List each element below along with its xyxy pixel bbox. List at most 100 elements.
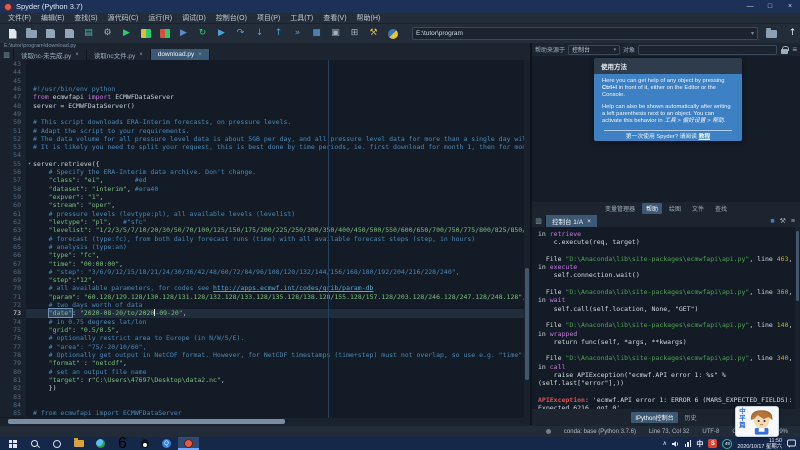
working-directory-combo[interactable]: E:\tutor\program ▾	[412, 27, 758, 40]
step-return-icon[interactable]: ↑	[271, 26, 286, 41]
new-window-icon[interactable]: ▣	[328, 26, 343, 41]
debug-icon[interactable]: ▶	[214, 26, 229, 41]
open-project-icon[interactable]	[764, 26, 779, 41]
continue-icon[interactable]: »	[290, 26, 305, 41]
close-tab-icon[interactable]: ×	[198, 52, 202, 58]
help-source-combo[interactable]: 控制台 ▾	[568, 45, 620, 55]
menu-item[interactable]: 编辑(E)	[36, 13, 69, 24]
taskbar-clock[interactable]: 11:50 2020/10/17 星期六	[737, 438, 782, 450]
ime-language-indicator[interactable]: 中	[696, 439, 703, 449]
run-cell-icon[interactable]	[138, 26, 153, 41]
menu-item[interactable]: 项目(P)	[252, 13, 285, 24]
editor-tab[interactable]: 读取nc文件.py×	[87, 49, 151, 60]
menu-item[interactable]: 源代码(C)	[103, 13, 144, 24]
menu-item[interactable]: 运行(R)	[143, 13, 177, 24]
search-icon[interactable]	[24, 437, 45, 450]
step-return-icon: ↑	[275, 29, 283, 38]
save-all-icon[interactable]	[62, 26, 77, 41]
run-icon[interactable]: ▶	[119, 26, 134, 41]
open-file-icon	[26, 30, 37, 38]
preferences-gear-icon[interactable]: ⚙	[100, 26, 115, 41]
pane-tab-绘图[interactable]: 绘图	[665, 203, 685, 214]
code-token: APIException	[538, 396, 585, 404]
qq-icon[interactable]	[134, 437, 155, 450]
lock-icon[interactable]	[781, 46, 788, 54]
help-object-input[interactable]	[638, 45, 777, 55]
menu-item[interactable]: 调试(D)	[177, 13, 211, 24]
code-token	[33, 201, 49, 209]
new-file-icon[interactable]	[5, 26, 20, 41]
browser-globe-icon[interactable]	[90, 437, 111, 450]
ipython-console-output[interactable]: in retrieve c.execute(req, target) File …	[532, 227, 800, 409]
console-tools-icon[interactable]: ⚒	[780, 218, 786, 225]
help-options-menu-icon[interactable]: ≡	[792, 46, 797, 54]
step-icon[interactable]: ↷	[233, 26, 248, 41]
console-options-menu-icon[interactable]: ≡	[791, 218, 795, 225]
editor-tab[interactable]: download.py×	[151, 49, 210, 60]
pane-tab-查找[interactable]: 查找	[711, 203, 731, 214]
quark-icon[interactable]: Q	[156, 437, 177, 450]
close-tab-icon[interactable]: ×	[75, 52, 79, 58]
browser-360-icon[interactable]: 6	[112, 437, 133, 450]
menu-item[interactable]: 查看(V)	[318, 13, 351, 24]
pane-tab-帮助[interactable]: 帮助	[642, 203, 662, 214]
menu-item[interactable]: 控制台(O)	[211, 13, 252, 24]
line-number: 59	[0, 193, 26, 201]
start-button[interactable]	[2, 437, 23, 450]
tools-wrench-icon[interactable]: ⚒	[366, 26, 381, 41]
menu-item[interactable]: 工具(T)	[285, 13, 318, 24]
fold-marker-icon	[26, 293, 33, 301]
editor-tab[interactable]: 读取nc-未完成.py×	[14, 49, 87, 60]
close-button[interactable]: ×	[780, 0, 800, 13]
code-text: "grid": "0.5/0.5",	[33, 326, 119, 334]
code-token: # from ecmwfapi import ECMWFDataServer	[33, 409, 182, 417]
console-scrollbar[interactable]	[795, 227, 800, 409]
open-file-icon[interactable]	[24, 26, 39, 41]
code-token: raise APIException("ecmwf.API error 1: %…	[538, 371, 726, 379]
browse-tabs-icon[interactable]: ▥	[0, 49, 14, 60]
code-text: "target": r"C:\Users\47697\Desktop\data2…	[33, 376, 225, 384]
run-cell-advance-icon[interactable]	[157, 26, 172, 41]
maximize-button[interactable]: □	[760, 0, 780, 13]
menu-item[interactable]: 文件(F)	[3, 13, 36, 24]
file-switcher-icon[interactable]: ▤	[81, 26, 96, 41]
speaker-icon[interactable]	[672, 440, 680, 448]
close-tab-icon[interactable]: ×	[139, 52, 143, 58]
code-editor[interactable]: 43444546#!/usr/bin/env python47from ecmw…	[0, 60, 530, 418]
close-tab-icon[interactable]: ×	[587, 218, 591, 225]
rerun-icon[interactable]: ↻	[195, 26, 210, 41]
console-tab[interactable]: 控制台 1/A ×	[546, 215, 597, 227]
tray-chevron-up-icon[interactable]: ∧	[662, 440, 666, 447]
code-line: 81 "target": r"C:\Users\47697\Desktop\da…	[0, 376, 530, 384]
pane-tab-IPython控制台[interactable]: IPython控制台	[631, 412, 677, 423]
code-token: :	[80, 359, 92, 367]
pane-tab-历史[interactable]: 历史	[681, 412, 701, 423]
maximize-pane-icon[interactable]: ⊞	[347, 26, 362, 41]
up-directory-icon[interactable]: ↑	[785, 26, 800, 41]
minimize-button[interactable]: —	[740, 0, 760, 13]
memory-ball-icon[interactable]: 49	[722, 439, 732, 449]
browse-tabs-icon[interactable]: ▥	[532, 216, 546, 227]
python-env-icon[interactable]	[385, 26, 400, 41]
interrupt-kernel-icon[interactable]: ■	[770, 218, 774, 225]
pane-tab-变量管理器[interactable]: 变量管理器	[601, 203, 639, 214]
console-line: raise APIException("ecmwf.API error 1: %…	[538, 371, 800, 379]
run-selection-icon[interactable]: ▶	[176, 26, 191, 41]
menu-item[interactable]: 帮助(H)	[352, 13, 386, 24]
code-token: "D:\Anaconda\lib\site-packages\ecmwfapi\…	[565, 354, 749, 362]
action-center-icon[interactable]	[787, 439, 796, 448]
cortana-icon[interactable]	[46, 437, 67, 450]
step-into-icon[interactable]: ↓	[252, 26, 267, 41]
network-icon[interactable]	[685, 440, 692, 447]
sogou-input-icon[interactable]: S	[708, 439, 717, 448]
code-token: #ed	[135, 176, 147, 184]
editor-horizontal-scrollbar[interactable]	[0, 418, 530, 425]
save-icon[interactable]	[43, 26, 58, 41]
spyder-taskbar-icon	[184, 439, 193, 448]
pane-tab-文件[interactable]: 文件	[688, 203, 708, 214]
spyder-taskbar-icon[interactable]	[178, 437, 199, 450]
stop-debug-icon[interactable]: ■	[309, 26, 324, 41]
code-token: 工具 > 偏好设置 > 帮助	[664, 118, 724, 124]
file-explorer-icon[interactable]	[68, 437, 89, 450]
menu-item[interactable]: 查找(S)	[69, 13, 102, 24]
